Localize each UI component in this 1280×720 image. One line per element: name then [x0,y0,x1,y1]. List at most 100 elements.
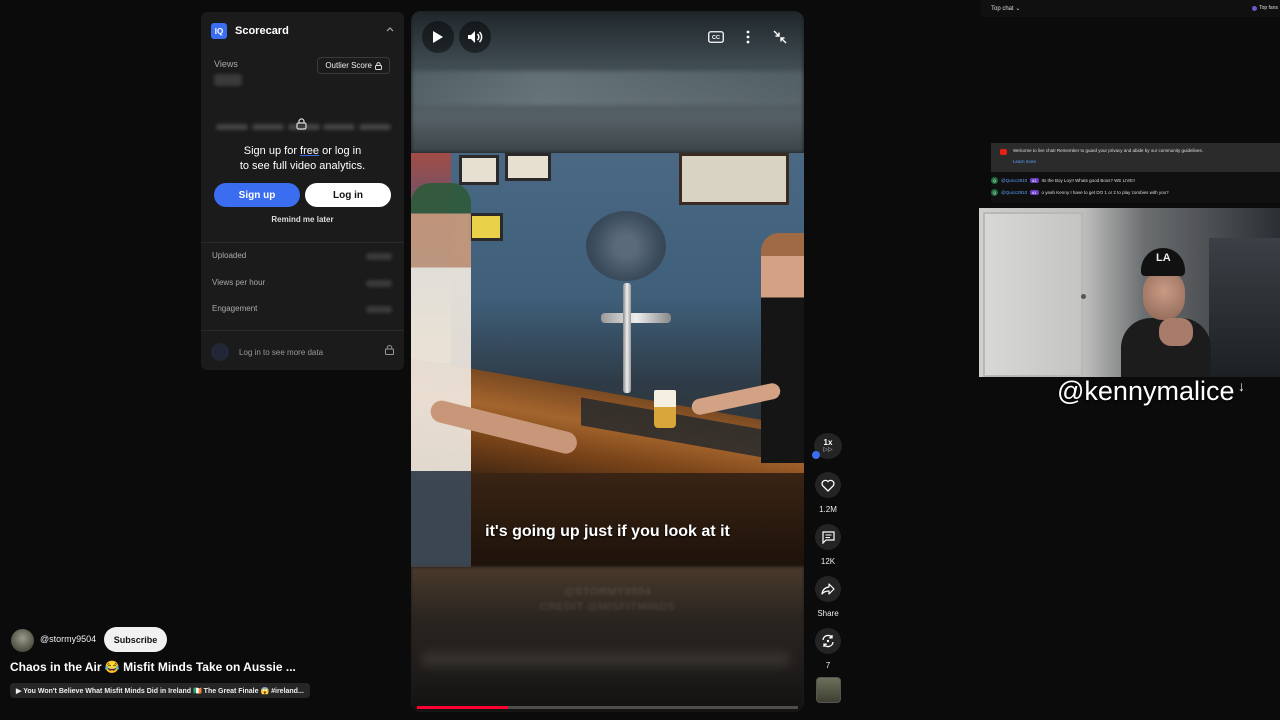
blurred-strip [421,651,791,667]
chat-welcome-text: Welcome to live chat! Remember to guard … [1013,148,1204,153]
exit-fullscreen-button[interactable] [766,23,794,51]
share-label: Share [817,609,839,618]
more-vert-icon [746,30,750,44]
video-caption: it's going up just if you look at it [485,523,730,540]
stat-uploaded-label: Uploaded [212,251,247,260]
play-button[interactable] [422,21,454,53]
beer-glass [654,390,676,428]
chat-message: Q @Quicc2910 #1 o yeah Kenny I have to g… [991,188,1169,197]
person-left [411,183,471,567]
beer-tap [623,283,631,393]
channel-handle[interactable]: @stormy9504 [40,634,96,644]
chevron-down-icon: ⌄ [1015,6,1021,12]
playlist-link[interactable]: ▶ You Won't Believe What Misfit Minds Di… [10,683,310,698]
extension-badge-icon [812,451,820,459]
stat-views-per-hour-value-blurred [366,280,392,287]
chat-username[interactable]: @Quicc2910 [1001,178,1027,183]
share-icon [821,583,835,595]
scorecard-header: IQ Scorecard [211,23,289,39]
free-link[interactable]: free [300,145,319,157]
signup-text-pre: Sign up for [243,145,301,157]
arrow-down-icon: ↓ [1238,378,1245,394]
chat-panel: Welcome to live chat! Remember to guard … [991,143,1280,203]
more-data-avatar [211,343,229,361]
chat-message: Q @Quicc2910 #1 Its the Boy Loy!! Whats … [991,176,1135,185]
remind-me-later-link[interactable]: Remind me later [201,215,404,224]
progress-fill [417,706,509,709]
sign-up-button[interactable]: Sign up [214,183,300,207]
lock-icon [375,61,382,70]
cap-logo: LA [1156,252,1171,264]
fan-badge-icon [1252,5,1258,11]
log-in-button[interactable]: Log in [305,183,391,207]
menu-board [679,153,789,205]
more-data-row[interactable]: Log in to see more data [211,341,396,363]
subscribe-button[interactable]: Subscribe [104,627,167,652]
person-right [761,233,804,463]
vidiq-logo: IQ [211,23,227,39]
door [983,212,1086,377]
wall-frame [459,155,499,185]
watermark-line1: @STORMY9504 [563,586,652,598]
captions-icon: CC [708,31,724,43]
chat-welcome-banner: Welcome to live chat! Remember to guard … [991,143,1280,172]
channel-avatar[interactable] [11,629,34,652]
views-label: Views [214,59,238,69]
chat-username[interactable]: @Quicc2910 [1001,190,1027,195]
streamer: LA [1121,248,1211,377]
streamer-name: @kennymalice [1057,376,1235,406]
heart-icon [821,479,835,492]
stat-engagement-value-blurred [366,306,392,313]
lock-icon [296,118,307,133]
more-data-label: Log in to see more data [239,347,324,357]
learn-more-link[interactable]: Learn more [1013,159,1036,164]
divider [201,330,404,331]
audio-thumbnail[interactable] [816,677,841,703]
comment-count: 12K [820,557,836,566]
comment-button[interactable] [815,524,841,550]
more-button[interactable] [734,23,762,51]
top-fans-indicator: Top fans [1252,5,1278,11]
remix-count: 7 [825,661,831,670]
svg-text:CC: CC [712,35,720,41]
progress-bar[interactable] [417,706,798,709]
chat-avatar: Q [991,189,998,196]
top-chat-dropdown[interactable]: Top chat ⌄ [991,5,1020,12]
like-button[interactable] [815,472,841,498]
exit-fullscreen-icon [773,30,787,44]
remix-button[interactable] [815,628,841,654]
outlier-score-button[interactable]: Outlier Score [317,57,390,74]
beer-tap-bar [601,313,671,323]
chat-badge: #1 [1030,190,1039,195]
views-value-blurred [214,74,242,86]
video-player[interactable]: it's going up just if you look at it @ST… [411,11,804,712]
streamer-hand [1159,318,1193,346]
wall-decoration [586,211,666,281]
video-title[interactable]: Chaos in the Air 😂 Misfit Minds Take on … [10,660,296,674]
watermark-line2: CREDIT @MISFITMINDS [539,601,676,613]
top-fans-label: Top fans [1259,5,1278,11]
like-count: 1.2M [819,505,837,514]
play-icon [433,31,443,43]
scorecard-panel: IQ Scorecard Views Outlier Score Sign up… [201,12,404,370]
video-frame [411,153,804,567]
captions-button[interactable]: CC [702,23,730,51]
chevron-up-icon[interactable] [386,24,394,34]
volume-icon [468,31,483,43]
wall-frame [469,213,503,241]
chat-text: o yeah Kenny I have to get DO 1 or 2 to … [1041,190,1169,195]
wall-frame [505,153,551,181]
top-chat-label: Top chat [991,6,1014,12]
signup-text-line2: to see full video analytics. [239,160,366,172]
chat-badge: #1 [1030,178,1039,183]
chat-text: Its the Boy Loy!! Whats good Boss? WE LI… [1041,178,1135,183]
volume-button[interactable] [459,21,491,53]
speed-value: 1x [823,438,833,447]
stat-views-per-hour-label: Views per hour [212,278,266,287]
chat-avatar: Q [991,177,998,184]
divider [201,242,404,243]
scorecard-title: Scorecard [235,25,289,37]
share-button[interactable] [815,576,841,602]
stat-engagement-label: Engagement [212,304,258,313]
outlier-score-label: Outlier Score [325,61,372,70]
